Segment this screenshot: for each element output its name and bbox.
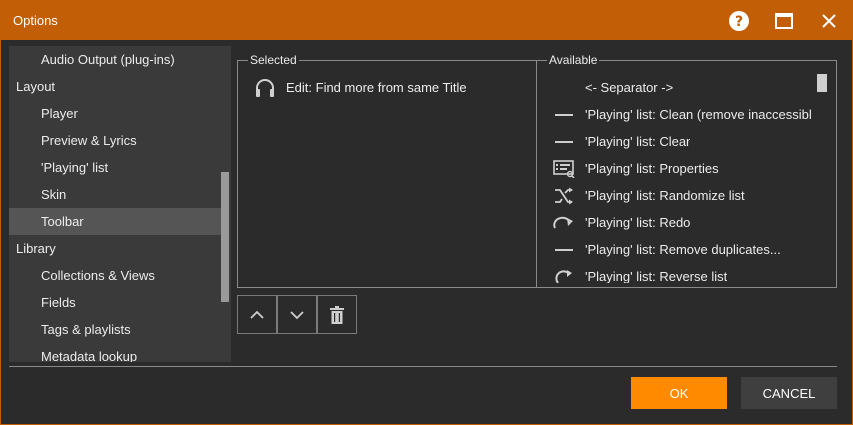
headphones-icon	[252, 77, 278, 99]
list-item[interactable]: 'Playing' list: Remove duplicates...	[537, 236, 817, 263]
close-icon	[822, 14, 836, 28]
maximize-button[interactable]	[768, 6, 800, 36]
sidebar-item-library[interactable]: Library	[9, 235, 221, 262]
move-down-button[interactable]	[277, 295, 317, 334]
list-item-label: 'Playing' list: Remove duplicates...	[585, 242, 781, 257]
list-item-label: 'Playing' list: Properties	[585, 161, 719, 176]
redo-icon	[551, 212, 577, 234]
list-item[interactable]: 'Playing' list: Redo	[537, 209, 817, 236]
help-icon: ?	[729, 11, 749, 31]
chevron-up-icon	[250, 310, 264, 319]
list-item[interactable]: Edit: Find more from same Title	[238, 74, 536, 101]
sidebar-item-fields[interactable]: Fields	[9, 289, 221, 316]
available-scrollbar-thumb[interactable]	[817, 74, 827, 92]
chevron-down-icon	[290, 310, 304, 319]
list-item-label: 'Playing' list: Randomize list	[585, 188, 745, 203]
dash-icon	[551, 131, 577, 153]
sidebar-item-playing-list[interactable]: 'Playing' list	[9, 154, 221, 181]
sidebar-item-toolbar[interactable]: Toolbar	[9, 208, 221, 235]
reverse-icon	[551, 266, 577, 283]
sidebar-item-metadata-lookup[interactable]: Metadata lookup	[9, 343, 221, 362]
list-item-label: Edit: Find more from same Title	[286, 80, 467, 95]
list-item[interactable]: 'Playing' list: Reverse list	[537, 263, 817, 283]
sidebar-item-skin[interactable]: Skin	[9, 181, 221, 208]
list-item-label: 'Playing' list: Redo	[585, 215, 691, 230]
list-item[interactable]: 'Playing' list: Properties	[537, 155, 817, 182]
title-bar: Options ?	[0, 0, 853, 40]
options-tree[interactable]: Audio Output (plug-ins) Layout Player Previ…	[9, 46, 231, 362]
cancel-button[interactable]: CANCEL	[741, 377, 837, 409]
list-item-label: 'Playing' list: Clean (remove inaccessib…	[585, 107, 812, 122]
footer-divider	[9, 366, 837, 367]
list-item[interactable]: 'Playing' list: Clear	[537, 128, 817, 155]
options-window: Options ? Audio Output (plug-ins) Layout P…	[0, 0, 853, 425]
list-item[interactable]: <- Separator ->	[537, 74, 817, 101]
sidebar-item-collections-views[interactable]: Collections & Views	[9, 262, 221, 289]
sidebar-item-tags-playlists[interactable]: Tags & playlists	[9, 316, 221, 343]
options-content: Audio Output (plug-ins) Layout Player Previ…	[1, 40, 852, 424]
maximize-icon	[775, 13, 793, 29]
dash-icon	[551, 104, 577, 126]
no-icon	[551, 77, 577, 99]
close-button[interactable]	[813, 6, 845, 36]
help-button[interactable]: ?	[723, 6, 755, 36]
svg-text:?: ?	[735, 14, 743, 30]
selected-group-label: Selected	[248, 53, 299, 67]
list-item-label: 'Playing' list: Clear	[585, 134, 691, 149]
properties-icon	[551, 158, 577, 180]
list-item[interactable]: 'Playing' list: Clean (remove inaccessib…	[537, 101, 817, 128]
selected-group: Selected Edit: Find more from same Title	[237, 53, 537, 288]
sidebar-item-preview-lyrics[interactable]: Preview & Lyrics	[9, 127, 221, 154]
move-up-button[interactable]	[237, 295, 277, 334]
list-item[interactable]: 'Playing' list: Randomize list	[537, 182, 817, 209]
list-item-label: <- Separator ->	[585, 80, 674, 95]
ok-button[interactable]: OK	[631, 377, 727, 409]
list-item-label: 'Playing' list: Reverse list	[585, 269, 728, 283]
dash-icon	[551, 239, 577, 261]
window-title: Options	[13, 13, 58, 28]
available-group: Available <- Separator -> 'Playing' list:…	[536, 53, 837, 288]
delete-button[interactable]	[317, 295, 357, 334]
sidebar-item-player[interactable]: Player	[9, 100, 221, 127]
shuffle-icon	[551, 185, 577, 207]
trash-icon	[330, 305, 344, 324]
sidebar-item-layout[interactable]: Layout	[9, 73, 221, 100]
sidebar-scrollbar-thumb[interactable]	[221, 172, 229, 302]
sidebar-item-audio-output-plug-ins[interactable]: Audio Output (plug-ins)	[9, 46, 221, 73]
available-list[interactable]: <- Separator -> 'Playing' list: Clean (re…	[537, 63, 817, 283]
